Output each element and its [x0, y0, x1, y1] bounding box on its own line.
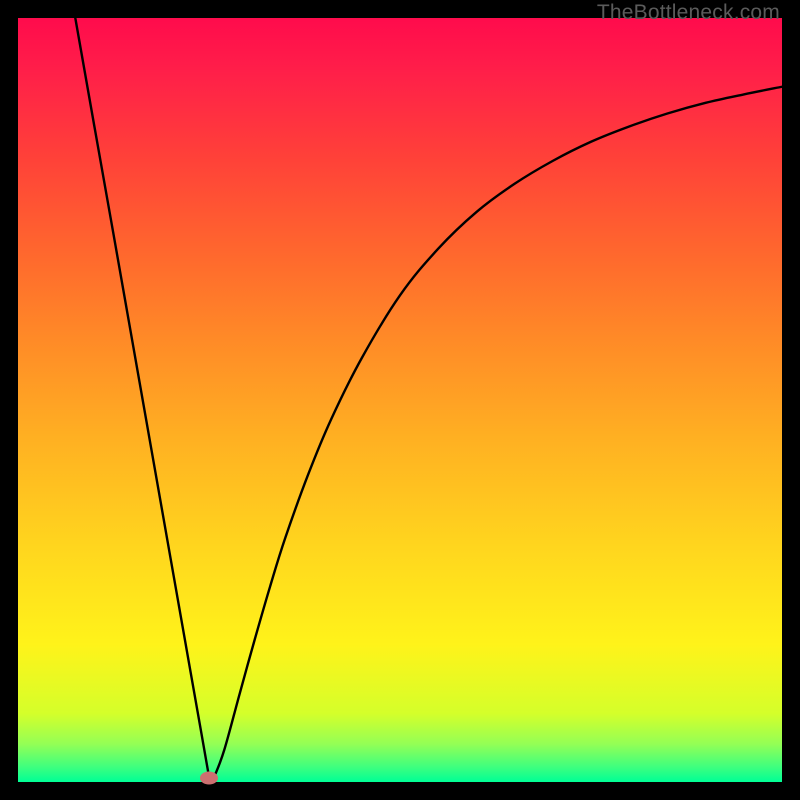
- chart-frame: [18, 18, 782, 782]
- watermark-text: TheBottleneck.com: [597, 1, 780, 25]
- minimum-marker: [200, 772, 218, 785]
- curve-right-segment: [214, 87, 782, 777]
- chart-svg: [18, 18, 782, 782]
- curve-left-segment: [75, 18, 209, 777]
